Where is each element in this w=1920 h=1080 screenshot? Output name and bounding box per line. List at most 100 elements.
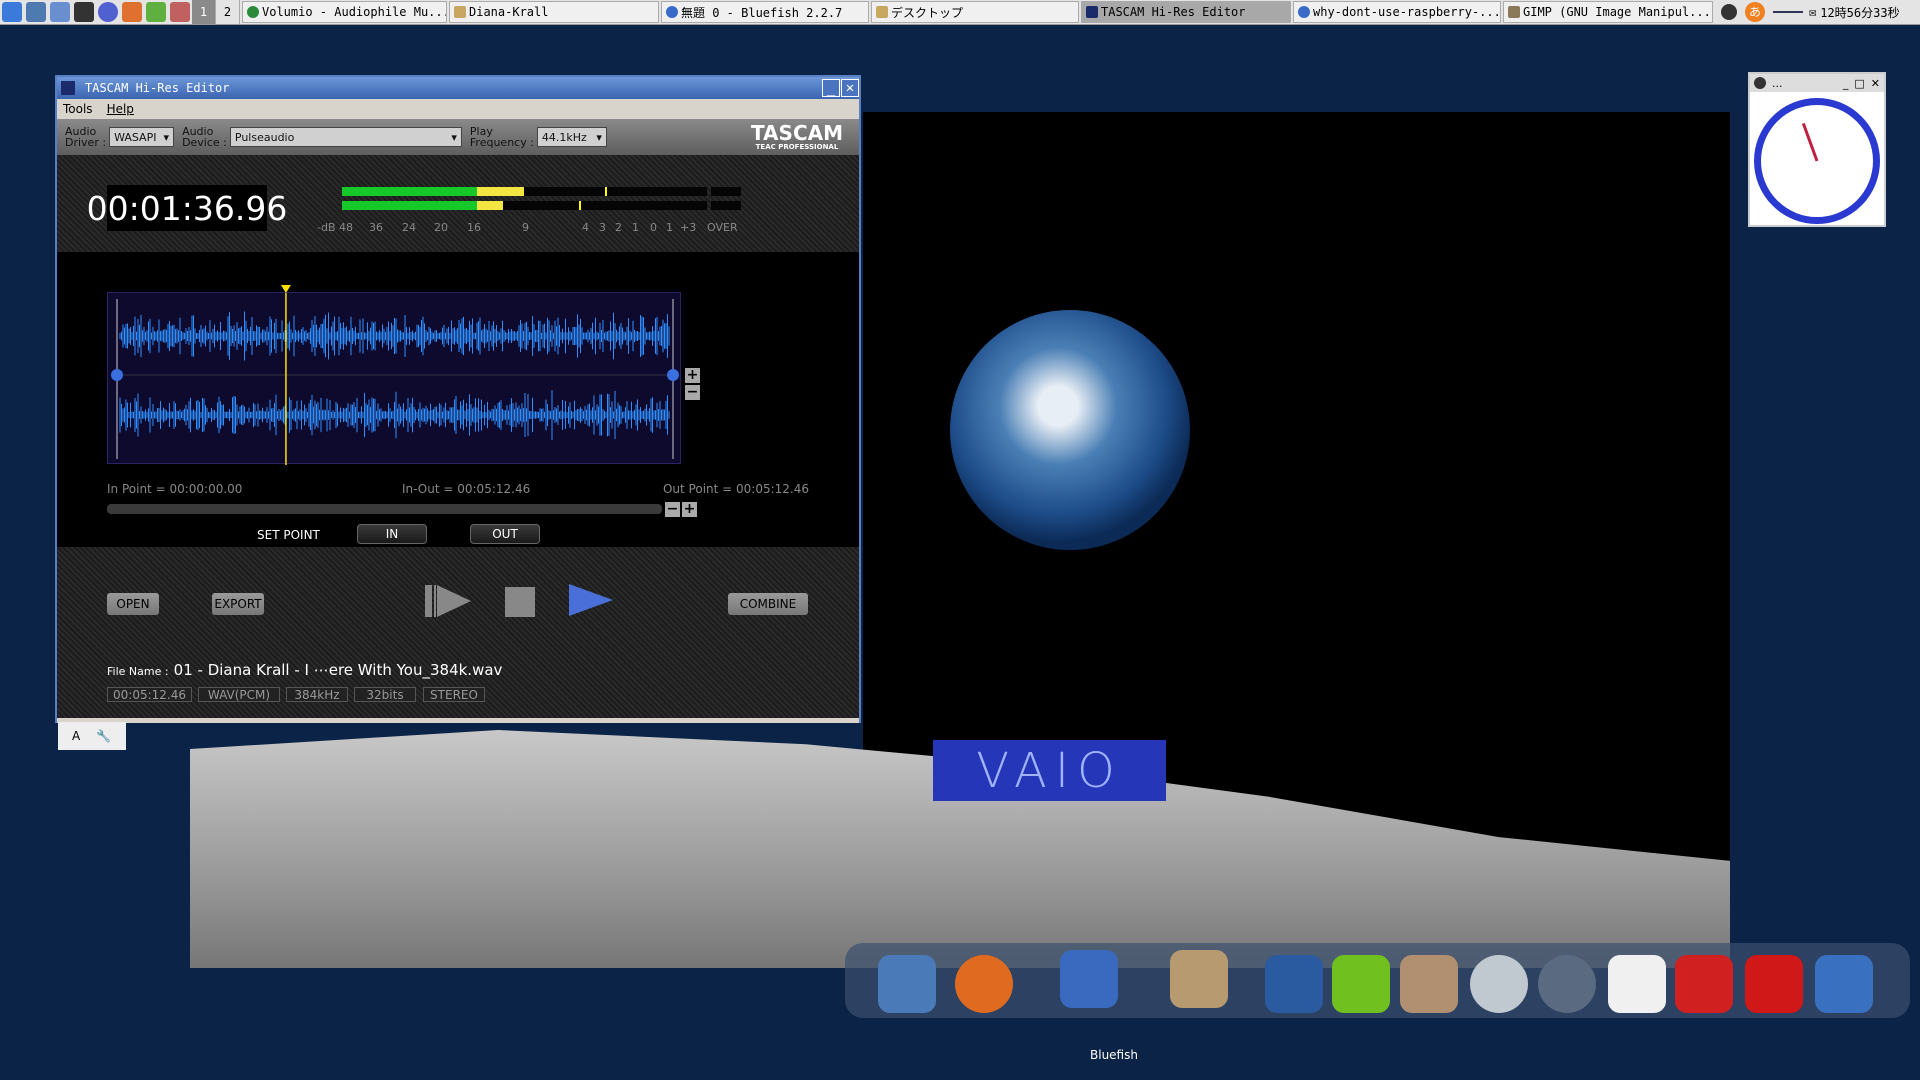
close-button[interactable]: ✕	[841, 79, 859, 97]
bluefish-icon[interactable]	[1060, 950, 1118, 1008]
driver-label: Audio Driver :	[65, 125, 107, 149]
title-bar[interactable]: TASCAM Hi-Res Editor _ ✕	[57, 77, 859, 99]
meter-scale-label: 1	[666, 221, 673, 234]
power-icon[interactable]	[1745, 955, 1803, 1013]
task-label: 無題 0 - Bluefish 2.2.7	[681, 5, 843, 20]
task-browser[interactable]: why-dont-use-raspberry-...	[1293, 1, 1501, 23]
mail-icon[interactable]	[1400, 955, 1458, 1013]
text-editor-icon[interactable]	[1608, 955, 1666, 1013]
menu-help[interactable]: Help	[107, 102, 134, 116]
zoom-in-horizontal-button[interactable]: +	[682, 502, 697, 517]
task-volumio[interactable]: Volumio - Audiophile Mu...	[242, 1, 447, 23]
browser-launcher-icon[interactable]	[98, 2, 118, 22]
workspace-1[interactable]: 1	[192, 0, 216, 24]
zoom-in-vertical-button[interactable]: +	[685, 368, 700, 383]
out-point-text: Out Point = 00:05:12.46	[662, 482, 809, 496]
clock-widget-title: ...	[1772, 76, 1783, 90]
task-bluefish[interactable]: 無題 0 - Bluefish 2.2.7	[661, 1, 869, 23]
tascam-window: TASCAM Hi-Res Editor _ ✕ Tools Help Audi…	[55, 75, 861, 723]
ime-toolbar: A 🔧	[58, 722, 126, 750]
window-launcher-icon[interactable]	[50, 2, 70, 22]
over-indicator-right	[711, 201, 741, 210]
set-point-label: SET POINT	[257, 528, 320, 542]
music-icon[interactable]	[1470, 955, 1528, 1013]
libreoffice-icon[interactable]	[1265, 955, 1323, 1013]
meter-scale-label: 16	[467, 221, 481, 234]
input-mode-button[interactable]: A	[72, 729, 80, 743]
in-out-text: In-Out = 00:05:12.46	[402, 482, 531, 496]
menu-tools[interactable]: Tools	[63, 102, 93, 116]
video-icon[interactable]	[1815, 955, 1873, 1013]
maximize-icon[interactable]: □	[1854, 77, 1864, 90]
file-name-value: 01 - Diana Krall - I ⋯ere With You_384k.…	[173, 661, 503, 679]
file-name-label: File Name :	[107, 665, 169, 678]
bluefish-icon	[666, 6, 678, 18]
clock-app-icon	[1754, 77, 1766, 89]
meter-scale-label: -dB	[317, 221, 336, 234]
avatar-icon[interactable]	[1721, 4, 1737, 20]
meter-scale-label: 48	[339, 221, 353, 234]
clock-widget-titlebar[interactable]: ... _ □ ✕	[1750, 74, 1884, 92]
skype-icon[interactable]	[1332, 955, 1390, 1013]
bit-depth-tag: 32bits	[354, 687, 416, 702]
workspace-2[interactable]: 2	[216, 0, 240, 24]
level-meter-right	[342, 201, 707, 210]
skip-to-in-icon[interactable]	[425, 585, 475, 617]
open-button[interactable]: OPEN	[107, 593, 159, 615]
combine-button[interactable]: COMBINE	[728, 593, 808, 615]
apple-icon[interactable]	[1675, 955, 1733, 1013]
play-icon[interactable]	[569, 584, 613, 616]
browser-icon	[1298, 6, 1310, 18]
gimp-icon[interactable]	[1170, 950, 1228, 1008]
editor-launcher-icon[interactable]	[26, 2, 46, 22]
ime-indicator[interactable]: あ	[1745, 2, 1765, 22]
globe-icon[interactable]	[1538, 955, 1596, 1013]
close-icon[interactable]: ✕	[1871, 77, 1880, 90]
minimize-icon[interactable]: _	[1843, 77, 1849, 90]
dropdown-arrow-icon: ▾	[163, 130, 170, 144]
export-button[interactable]: EXPORT	[212, 593, 264, 615]
taskbar: 1 2 Volumio - Audiophile Mu... Diana-Kra…	[0, 0, 1920, 25]
leaf-launcher-icon[interactable]	[146, 2, 166, 22]
settings-toolbar: Audio Driver : WASAPI ▾ Audio Device : Puls…	[57, 119, 859, 155]
firefox-launcher-icon[interactable]	[122, 2, 142, 22]
meter-fill-green	[342, 187, 478, 196]
over-indicator-left	[711, 187, 741, 196]
audio-driver-select[interactable]: WASAPI ▾	[109, 127, 175, 147]
terminal-launcher-icon[interactable]	[74, 2, 94, 22]
stop-icon[interactable]	[505, 587, 535, 617]
mail-icon[interactable]: ✉	[1809, 5, 1816, 19]
set-in-button[interactable]: IN	[357, 524, 427, 544]
playhead-marker[interactable]	[280, 285, 291, 293]
play-frequency-select[interactable]: 44.1kHz ▾	[536, 127, 607, 147]
vaio-logo: VAIO	[933, 740, 1166, 801]
meter-scale-label: 3	[599, 221, 606, 234]
format-tag: WAV(PCM)	[198, 687, 280, 702]
app-icon	[61, 81, 75, 95]
wrench-icon[interactable]: 🔧	[96, 729, 111, 743]
timeline-scrollbar[interactable]	[107, 504, 662, 514]
zoom-out-vertical-button[interactable]: −	[685, 385, 700, 400]
task-desktop[interactable]: デスクトップ	[871, 1, 1079, 23]
meter-scale-label: 20	[434, 221, 448, 234]
firefox-icon[interactable]	[955, 955, 1013, 1013]
minimize-button[interactable]: _	[822, 79, 840, 97]
task-label: why-dont-use-raspberry-...	[1313, 5, 1501, 19]
task-diana-krall[interactable]: Diana-Krall	[449, 1, 659, 23]
apple-menu-icon[interactable]	[2, 2, 22, 22]
in-point-handle[interactable]	[111, 369, 123, 381]
gimp-icon	[1508, 6, 1520, 18]
out-point-handle[interactable]	[667, 369, 679, 381]
task-label: GIMP (GNU Image Manipul...	[1523, 5, 1711, 19]
media-launcher-icon[interactable]	[170, 2, 190, 22]
meter-scale: -dB 48 36 24 20 16 9 4 3 2 1 0 1 +3 OVER	[317, 221, 777, 235]
task-tascam[interactable]: TASCAM Hi-Res Editor	[1081, 1, 1291, 23]
set-out-button[interactable]: OUT	[470, 524, 540, 544]
waveform-display[interactable]	[107, 285, 681, 465]
file-manager-icon[interactable]	[878, 955, 936, 1013]
audio-device-select[interactable]: Pulseaudio ▾	[229, 127, 462, 147]
analog-clock-face	[1754, 98, 1880, 224]
meter-fill-yellow	[477, 201, 503, 210]
task-gimp[interactable]: GIMP (GNU Image Manipul...	[1503, 1, 1713, 23]
zoom-out-horizontal-button[interactable]: −	[665, 502, 680, 517]
